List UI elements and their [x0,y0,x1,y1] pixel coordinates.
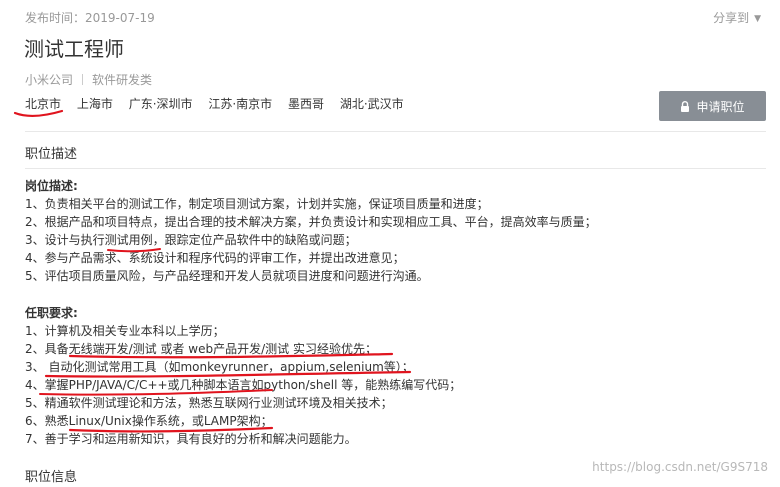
duty-item: 2、根据产品和项目特点，提出合理的技术解决方案，并负责设计和实现相应工具、平台，… [25,215,597,229]
section-heading-info: 职位信息 [25,470,78,485]
duty-item: 1、负责相关平台的测试工作，制定项目测试方案，计划并实施，保证项目质量和进度； [25,197,489,211]
requirement-item: 3、 自动化测试常用工具（如monkeyrunner，appium,seleni… [25,360,414,374]
city-tag[interactable]: 江苏·南京市 [208,97,272,111]
meta-divider [82,74,84,85]
city-tag[interactable]: 上海市 [77,97,113,111]
duties-heading: 岗位描述: [25,179,78,193]
publish-date: 发布时间：2019-07-19 [25,11,155,25]
share-label: 分享到 [713,11,750,25]
job-meta: 小米公司 软件研发类 [25,71,152,88]
requirement-item: 4、掌握PHP/JAVA/C/C++或几种脚本语言如python/shell 等… [25,378,462,392]
city-tag[interactable]: 墨西哥 [288,97,324,111]
job-requirements: 任职要求: 1、计算机及相关专业本科以上学历； 2、具备无线端开发/测试 或者 … [25,304,765,448]
share-dropdown[interactable]: 分享到 ▼ [713,9,761,26]
watermark: https://blog.csdn.net/G9S718 [592,460,768,474]
city-tag[interactable]: 广东·深圳市 [129,97,193,111]
requirement-item: 7、善于学习和运用新知识，具有良好的分析和解决问题能力。 [25,432,357,446]
requirements-heading: 任职要求: [25,306,78,320]
job-title: 测试工程师 [24,37,124,61]
header-divider [25,131,766,132]
company-name: 小米公司 [25,73,74,87]
requirement-item: 6、熟悉Linux/Unix操作系统，或LAMP架构； [25,414,273,428]
job-duties: 岗位描述: 1、负责相关平台的测试工作，制定项目测试方案，计划并实施，保证项目质… [25,177,765,285]
lock-icon [681,100,690,112]
job-category: 软件研发类 [92,73,153,87]
requirement-item: 1、计算机及相关专业本科以上学历； [25,324,225,338]
section-divider [25,168,766,169]
requirement-item: 2、具备无线端开发/测试 或者 web产品开发/测试 实习经验优先； [25,342,377,356]
apply-button[interactable]: 申请职位 [659,91,766,121]
duty-item: 4、参与产品需求、系统设计和程序代码的评审工作，并提出改进意见； [25,251,405,265]
duty-item: 5、评估项目质量风险，与产品经理和开发人员就项目进度和问题进行沟通。 [25,269,429,283]
section-heading-description: 职位描述 [25,147,78,162]
requirement-item: 5、精通软件测试理论和方法，熟悉互联网行业测试环境及相关技术； [25,396,393,410]
city-tag[interactable]: 湖北·武汉市 [340,97,404,111]
city-tag[interactable]: 北京市 [25,97,61,111]
city-list: 北京市 上海市 广东·深圳市 江苏·南京市 墨西哥 湖北·武汉市 [25,95,416,112]
chevron-down-icon: ▼ [754,14,761,24]
duty-item: 3、设计与执行测试用例，跟踪定位产品软件中的缺陷或问题； [25,233,357,247]
apply-label: 申请职位 [696,99,745,114]
